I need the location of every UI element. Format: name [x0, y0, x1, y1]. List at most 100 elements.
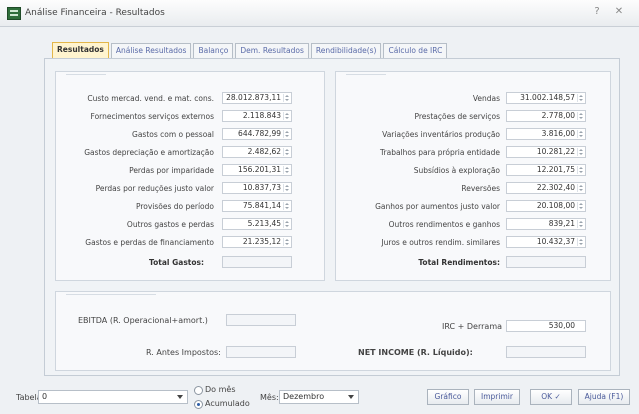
spin-arrows-icon[interactable] [283, 202, 290, 210]
spin-arrows-icon[interactable] [283, 130, 290, 138]
gastos-row-label: Perdas por reduções justo valor [95, 184, 214, 193]
total-gastos-value [222, 256, 292, 268]
rendimentos-row-value[interactable]: 10.432,37 [506, 236, 586, 248]
rendimentos-row-value[interactable]: 839,21 [506, 218, 586, 230]
gastos-row-value[interactable]: 2.482,62 [222, 146, 292, 158]
radio-acumulado-label: Acumulado [205, 399, 250, 408]
rendimentos-row-label: Vendas [472, 94, 500, 103]
total-gastos-row: Total Gastos: [56, 256, 326, 270]
spin-arrows-icon[interactable] [283, 238, 290, 246]
grafico-button[interactable]: Gráfico [427, 389, 469, 405]
tab-analise-resultados[interactable]: Análise Resultados [110, 43, 192, 58]
imprimir-button[interactable]: Imprimir [474, 389, 520, 405]
gastos-row-label: Gastos e perdas de financiamento [85, 238, 214, 247]
rendimentos-row: Juros e outros rendim. similares 10.432,… [336, 236, 612, 250]
rendimentos-row-value[interactable]: 10.281,22 [506, 146, 586, 158]
rendimentos-row: Variações inventários produção 3.816,00 [336, 128, 612, 142]
rendimentos-row-label: Trabalhos para própria entidade [380, 148, 500, 157]
tab-rendibilidades[interactable]: Rendibilidade(s) [310, 43, 382, 58]
rendimentos-row-value[interactable]: 2.778,00 [506, 110, 586, 122]
rendimentos-row: Reversões 22.302,40 [336, 182, 612, 196]
gastos-row-label: Fornecimentos serviços externos [90, 112, 214, 121]
radio-do-mes-label: Do mês [205, 385, 236, 394]
tab-calculo-irc[interactable]: Cálculo de IRC [383, 43, 448, 58]
spin-arrows-icon[interactable] [577, 220, 584, 228]
tab-balanco[interactable]: Balanço [193, 43, 234, 58]
r-antes-impostos-value [226, 346, 296, 358]
total-rendimentos-value [506, 256, 586, 268]
gastos-row-label: Outros gastos e perdas [126, 220, 214, 229]
irc-derrama-value[interactable]: 530,00 [506, 320, 586, 332]
help-button[interactable]: ? [588, 5, 606, 19]
gastos-row-value[interactable]: 28.012.873,11 [222, 92, 292, 104]
mes-select[interactable]: Dezembro [279, 390, 359, 404]
spin-arrows-icon[interactable] [577, 166, 584, 174]
rendimentos-group-header [346, 74, 386, 81]
total-rendimentos-row: Total Rendimentos: [336, 256, 612, 270]
rendimentos-row-label: Prestações de serviços [414, 112, 501, 121]
spin-arrows-icon[interactable] [577, 202, 584, 210]
rendimentos-row: Prestações de serviços 2.778,00 [336, 110, 612, 124]
radio-acumulado[interactable] [194, 400, 203, 409]
mes-label: Mês: [260, 393, 279, 402]
ok-button[interactable]: OK ✓ [530, 389, 572, 405]
gastos-row-value[interactable]: 21.235,12 [222, 236, 292, 248]
gastos-row: Gastos depreciação e amortização 2.482,6… [56, 146, 326, 160]
rendimentos-row-value[interactable]: 20.108,00 [506, 200, 586, 212]
rendimentos-row: Ganhos por aumentos justo valor 20.108,0… [336, 200, 612, 214]
analise-financeira-window: Análise Financeira - Resultados ? ✕ Resu… [0, 0, 639, 414]
spin-arrows-icon[interactable] [283, 94, 290, 102]
gastos-row-label: Custo mercad. vend. e mat. cons. [87, 94, 214, 103]
gastos-row-label: Gastos depreciação e amortização [84, 148, 214, 157]
gastos-row-value[interactable]: 5.213,45 [222, 218, 292, 230]
spin-arrows-icon[interactable] [577, 148, 584, 156]
spin-arrows-icon[interactable] [283, 112, 290, 120]
rendimentos-row-value[interactable]: 3.816,00 [506, 128, 586, 140]
irc-derrama-label: IRC + Derrama [442, 322, 503, 331]
gastos-row-value[interactable]: 644.782,99 [222, 128, 292, 140]
gastos-row: Gastos com o pessoal 644.782,99 [56, 128, 326, 142]
ajuda-button[interactable]: Ajuda (F1) [578, 389, 630, 405]
spin-arrows-icon[interactable] [283, 184, 290, 192]
spin-arrows-icon[interactable] [283, 148, 290, 156]
radio-do-mes[interactable] [194, 386, 203, 395]
rendimentos-row-label: Variações inventários produção [382, 130, 500, 139]
rendimentos-row: Subsídios à exploração 12.201,75 [336, 164, 612, 178]
rendimentos-row: Trabalhos para própria entidade 10.281,2… [336, 146, 612, 160]
rendimentos-row: Outros rendimentos e ganhos 839,21 [336, 218, 612, 232]
tabela-select[interactable]: 0 [38, 390, 188, 404]
spin-arrows-icon[interactable] [577, 238, 584, 246]
rendimentos-row-label: Juros e outros rendim. similares [381, 238, 500, 247]
rendimentos-row-label: Reversões [461, 184, 500, 193]
chevron-down-icon [177, 395, 183, 402]
tab-resultados[interactable]: Resultados [52, 42, 109, 58]
spin-arrows-icon[interactable] [283, 166, 290, 174]
tab-dem-resultados[interactable]: Dem. Resultados [235, 43, 309, 58]
rendimentos-row-label: Subsídios à exploração [413, 166, 500, 175]
spin-arrows-icon[interactable] [283, 220, 290, 228]
spin-arrows-icon[interactable] [577, 94, 584, 102]
gastos-row-label: Gastos com o pessoal [132, 130, 214, 139]
net-income-value [506, 346, 586, 358]
ebitda-label: EBITDA (R. Operacional+amort.) [78, 316, 208, 325]
rendimentos-row-value[interactable]: 31.002.148,57 [506, 92, 586, 104]
resultados-tab-panel: Custo mercad. vend. e mat. cons. 28.012.… [44, 58, 620, 376]
rendimentos-row-value[interactable]: 12.201,75 [506, 164, 586, 176]
gastos-row-value[interactable]: 75.841,14 [222, 200, 292, 212]
spin-arrows-icon[interactable] [577, 112, 584, 120]
rendimentos-row: Vendas 31.002.148,57 [336, 92, 612, 106]
gastos-row-value[interactable]: 156.201,31 [222, 164, 292, 176]
app-icon [7, 7, 21, 20]
close-button[interactable]: ✕ [610, 5, 628, 19]
gastos-row: Fornecimentos serviços externos 2.118.84… [56, 110, 326, 124]
gastos-row: Gastos e perdas de financiamento 21.235,… [56, 236, 326, 250]
mes-select-value: Dezembro [283, 392, 325, 401]
gastos-row-value[interactable]: 2.118.843 [222, 110, 292, 122]
rendimentos-row-value[interactable]: 22.302,40 [506, 182, 586, 194]
resultado-group: EBITDA (R. Operacional+amort.) R. Antes … [55, 291, 611, 371]
rendimentos-row-label: Ganhos por aumentos justo valor [375, 202, 500, 211]
spin-arrows-icon[interactable] [577, 130, 584, 138]
gastos-row-value[interactable]: 10.837,73 [222, 182, 292, 194]
spin-arrows-icon[interactable] [577, 184, 584, 192]
gastos-row: Outros gastos e perdas 5.213,45 [56, 218, 326, 232]
